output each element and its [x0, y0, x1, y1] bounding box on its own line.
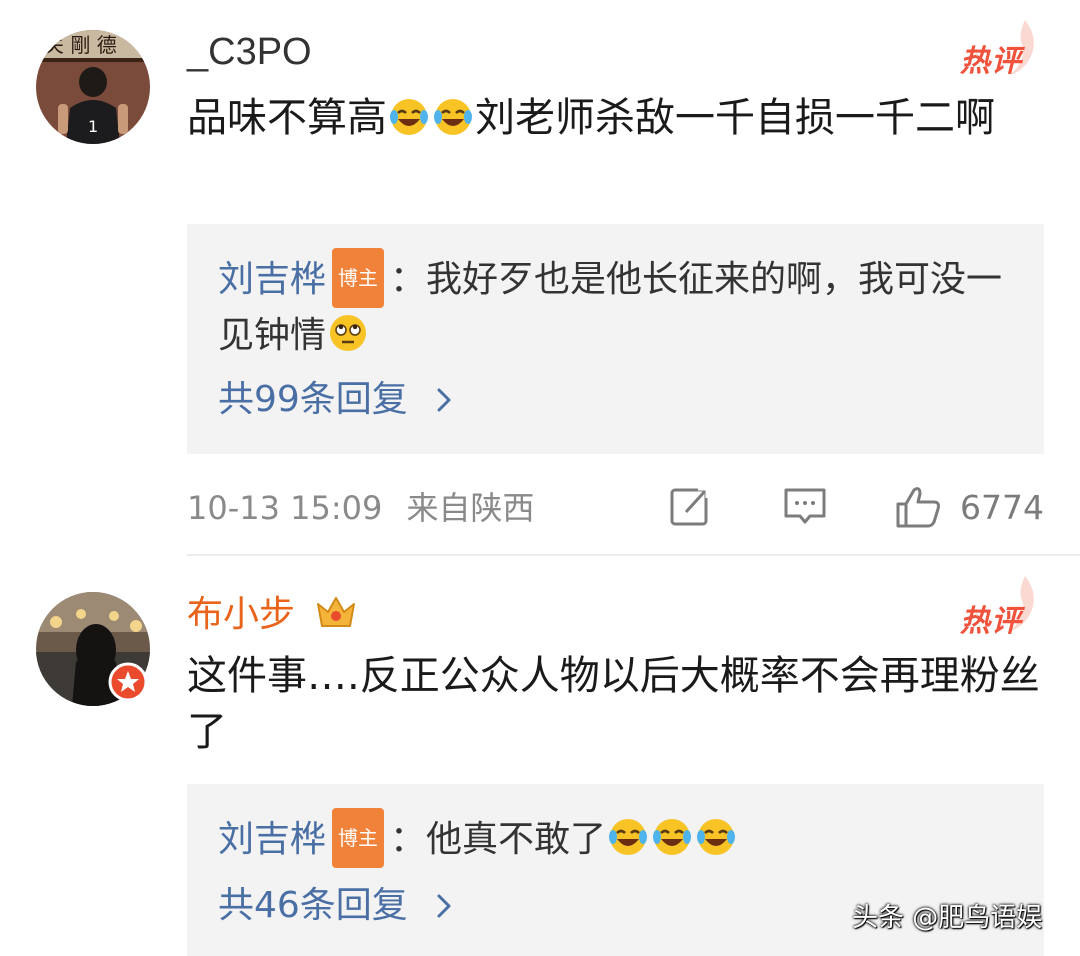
like-thumb-icon[interactable]	[894, 484, 942, 530]
view-replies-link[interactable]: 共46条回复	[218, 882, 455, 930]
reply-preview[interactable]: 刘吉桦 博主 ：我好歹也是他长征来的啊，我可没一见钟情 共99条回复	[187, 224, 1044, 454]
hot-comment-label: 热评	[960, 44, 1022, 79]
repost-edit-icon[interactable]	[668, 484, 712, 528]
reply-line: 刘吉桦 博主 ：我好歹也是他长征来的啊，我可没一见钟情	[218, 248, 1018, 364]
comment-text: 这件事….反正公众人物以后大概率不会再理粉丝了	[187, 653, 1040, 755]
laugh-cry-emoji	[390, 99, 428, 135]
svg-text:关 剛 德: 关 剛 德	[44, 33, 117, 57]
crown-vip-icon	[317, 597, 356, 627]
blogger-badge: 博主	[332, 808, 385, 868]
comment-icon[interactable]	[782, 484, 828, 528]
username[interactable]: _C3PO	[187, 30, 312, 74]
watermark: 头条 @肥鸟语娱	[852, 903, 1043, 933]
laugh-cry-emoji	[697, 819, 736, 855]
laugh-cry-emoji	[609, 819, 648, 855]
comment-item: 布小步 热评 这件事….反正公众人物以后大概率不会再理粉丝了 刘吉桦 博主 ：他真不…	[0, 556, 1080, 956]
eye-roll-emoji	[330, 315, 367, 351]
chevron-right-icon	[437, 894, 451, 918]
svg-text:1: 1	[88, 117, 98, 136]
user-avatar[interactable]: 关 剛 德 1	[36, 30, 150, 144]
blogger-badge: 博主	[332, 248, 385, 308]
location: 来自陕西	[406, 489, 535, 527]
username[interactable]: 布小步	[187, 592, 358, 637]
verified-badge-icon	[108, 662, 148, 702]
laugh-cry-emoji	[653, 819, 692, 855]
reply-line: 刘吉桦 博主 ：他真不敢了	[218, 808, 1018, 868]
like-count: 6774	[960, 488, 1044, 527]
comment-actions: 6774	[660, 484, 1050, 532]
reply-count-label: 共99条回复	[218, 379, 408, 420]
comment-text-part: 品味不算高	[187, 95, 387, 141]
chevron-right-icon	[437, 388, 451, 412]
timestamp: 10-13 15:09	[187, 489, 383, 527]
reply-author[interactable]: 刘吉桦	[218, 819, 326, 860]
reply-text: ：他真不敢了	[390, 819, 607, 860]
comment-text-part: 刘老师杀敌一千自损一千二啊	[475, 95, 995, 141]
comment-meta: 10-13 15:09 来自陕西	[187, 484, 535, 532]
reply-count-label: 共46条回复	[218, 885, 408, 926]
laugh-cry-emoji	[434, 99, 472, 135]
view-replies-link[interactable]: 共99条回复	[218, 376, 455, 424]
hot-comment-label: 热评	[960, 604, 1022, 639]
comment-item: 关 剛 德 1 _C3PO 热评 品味不算高 刘老师杀敌一千自损一千二啊 刘吉桦博…	[0, 0, 1080, 556]
reply-author[interactable]: 刘吉桦	[218, 259, 326, 300]
username-label: 布小步	[187, 594, 296, 635]
comment-text: 品味不算高 刘老师杀敌一千自损一千二啊	[187, 90, 1057, 146]
